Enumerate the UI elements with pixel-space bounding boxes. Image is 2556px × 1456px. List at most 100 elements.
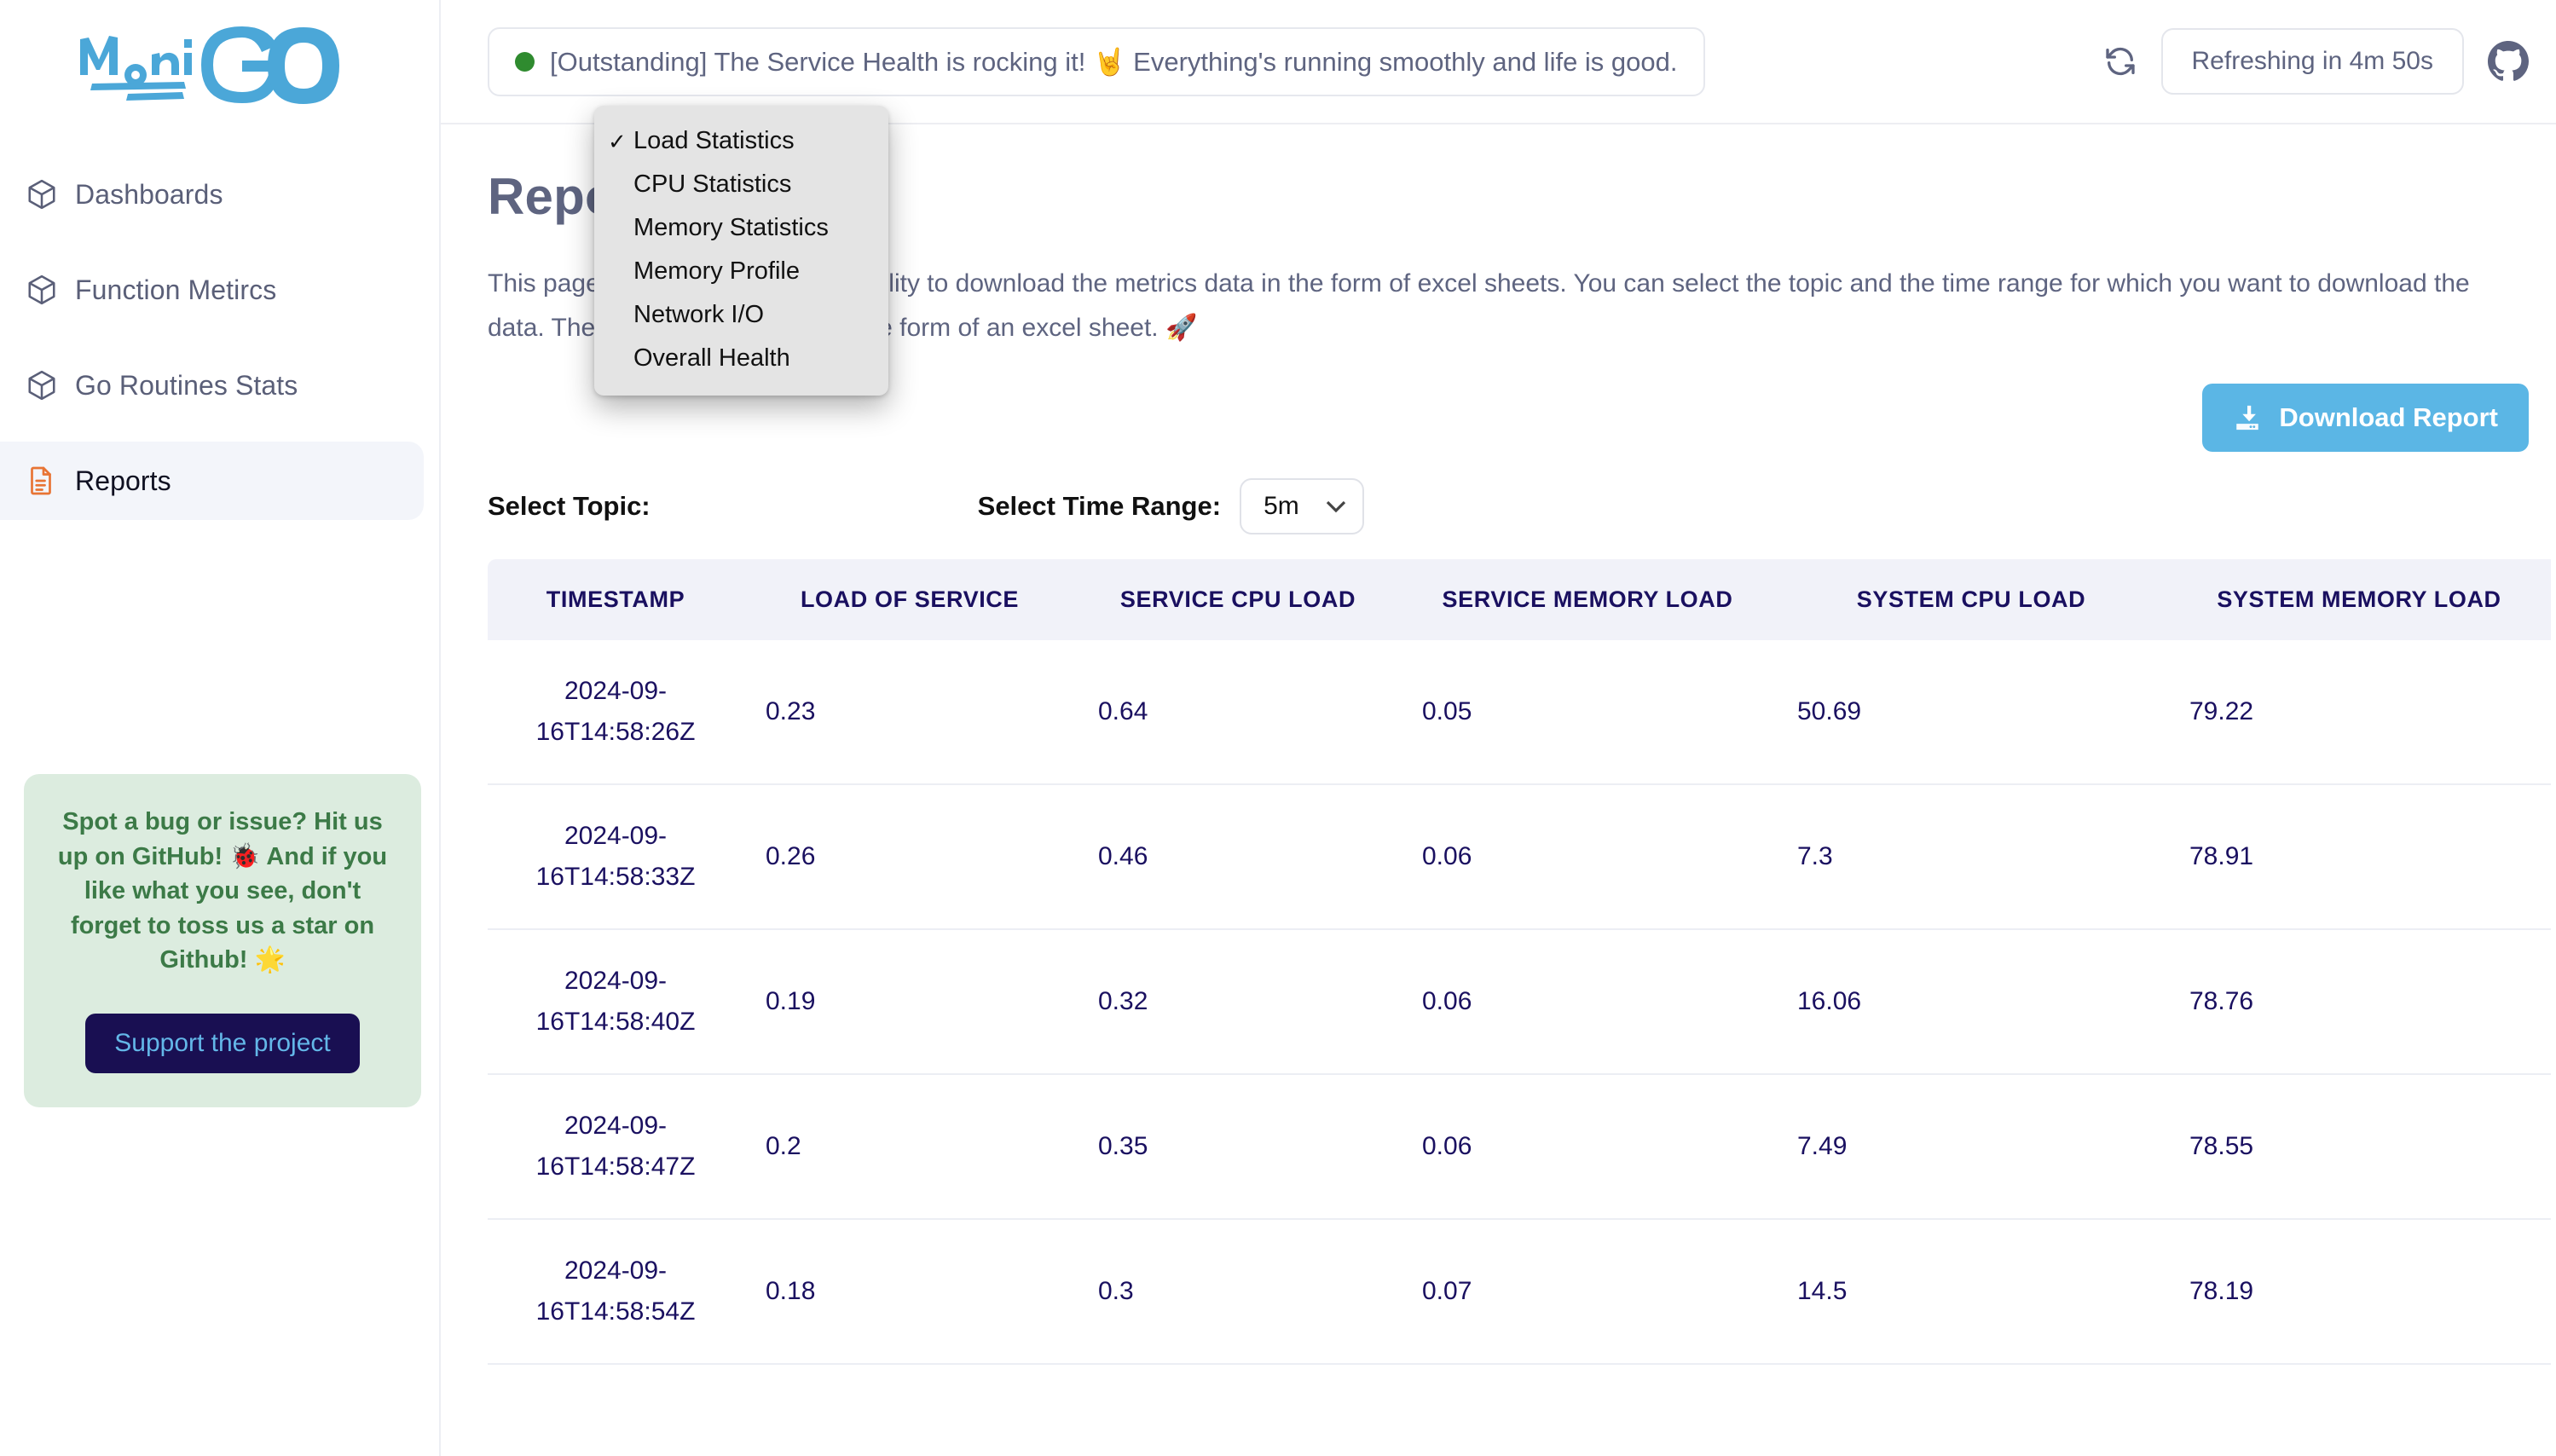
cell-service-cpu-load: 0.35 (1076, 1074, 1400, 1219)
cell-load-of-service: 0.26 (743, 784, 1076, 929)
download-report-label: Download Report (2279, 402, 2498, 433)
promo-text: Spot a bug or issue? Hit us up on GitHub… (53, 805, 392, 978)
table-row: 2024-09-16T14:58:47Z 0.2 0.35 0.06 7.49 … (488, 1074, 2551, 1219)
topbar-right: Refreshing in 4m 50s (2103, 28, 2529, 95)
status-text: [Outstanding] The Service Health is rock… (550, 46, 1678, 78)
table-row: 2024-09-16T14:58:54Z 0.18 0.3 0.07 14.5 … (488, 1219, 2551, 1364)
table-row: 2024-09-16T14:58:26Z 0.23 0.64 0.05 50.6… (488, 640, 2551, 784)
time-range-value: 5m (1264, 492, 1299, 521)
cell-timestamp: 2024-09-16T14:58:47Z (488, 1074, 743, 1219)
cell-system-memory-load: 78.91 (2167, 784, 2551, 929)
cell-system-memory-load: 78.76 (2167, 929, 2551, 1074)
topic-option-label: CPU Statistics (633, 172, 791, 197)
topic-option-overall-health[interactable]: Overall Health (594, 337, 888, 380)
cell-load-of-service: 0.18 (743, 1219, 1076, 1364)
cell-service-cpu-load: 0.3 (1076, 1219, 1400, 1364)
col-load-of-service: LOAD OF SERVICE (743, 559, 1076, 640)
service-health-banner: [Outstanding] The Service Health is rock… (488, 27, 1705, 96)
topic-option-load-statistics[interactable]: ✓ Load Statistics (594, 119, 888, 163)
cell-load-of-service: 0.23 (743, 640, 1076, 784)
cell-system-cpu-load: 7.49 (1775, 1074, 2167, 1219)
cell-service-cpu-load: 0.46 (1076, 784, 1400, 929)
cell-load-of-service: 0.2 (743, 1074, 1076, 1219)
brand-logo[interactable] (0, 0, 439, 130)
sidebar-item-function-metircs[interactable]: Function Metircs (0, 251, 424, 329)
sidebar: Dashboards Function Metircs Go Routines … (0, 0, 441, 1456)
cell-service-memory-load: 0.06 (1400, 1074, 1775, 1219)
select-time-range-label: Select Time Range: (978, 491, 1221, 522)
topic-dropdown-menu[interactable]: ✓ Load Statistics CPU Statistics Memory … (594, 106, 888, 396)
cube-icon (26, 177, 75, 211)
topic-option-label: Overall Health (633, 346, 790, 371)
sidebar-item-label: Function Metircs (75, 274, 276, 306)
topic-option-memory-statistics[interactable]: Memory Statistics (594, 206, 888, 250)
support-the-project-button[interactable]: Support the project (85, 1014, 360, 1073)
status-dot-icon (515, 52, 535, 72)
topic-option-label: Memory Statistics (633, 216, 829, 240)
cell-timestamp: 2024-09-16T14:58:26Z (488, 640, 743, 784)
select-topic-label: Select Topic: (488, 491, 651, 522)
download-icon (2233, 403, 2262, 432)
refresh-icon[interactable] (2103, 44, 2137, 78)
cell-system-memory-load: 79.22 (2167, 640, 2551, 784)
topic-option-cpu-statistics[interactable]: CPU Statistics (594, 163, 888, 206)
cell-timestamp: 2024-09-16T14:58:54Z (488, 1219, 743, 1364)
table-row: 2024-09-16T14:58:33Z 0.26 0.46 0.06 7.3 … (488, 784, 2551, 929)
cell-system-cpu-load: 16.06 (1775, 929, 2167, 1074)
github-promo-card: Spot a bug or issue? Hit us up on GitHub… (24, 774, 421, 1107)
cell-load-of-service: 0.19 (743, 929, 1076, 1074)
page-content: Reports This page provides you with the … (441, 124, 2556, 1456)
cell-system-cpu-load: 7.3 (1775, 784, 2167, 929)
chevron-down-icon (1325, 500, 1347, 513)
topic-option-label: Network I/O (633, 303, 764, 327)
app-root: Dashboards Function Metircs Go Routines … (0, 0, 2556, 1456)
col-service-memory-load: SERVICE MEMORY LOAD (1400, 559, 1775, 640)
sidebar-item-label: Dashboards (75, 179, 223, 211)
col-timestamp: TIMESTAMP (488, 559, 743, 640)
topic-option-network-io[interactable]: Network I/O (594, 293, 888, 337)
sidebar-item-label: Go Routines Stats (75, 370, 298, 402)
sidebar-item-label: Reports (75, 465, 171, 497)
check-icon: ✓ (608, 130, 625, 153)
table-head: TIMESTAMP LOAD OF SERVICE SERVICE CPU LO… (488, 559, 2551, 640)
cell-service-memory-load: 0.07 (1400, 1219, 1775, 1364)
cell-service-memory-load: 0.06 (1400, 784, 1775, 929)
cube-icon (26, 273, 75, 307)
topic-option-label: Memory Profile (633, 259, 800, 284)
sidebar-nav: Dashboards Function Metircs Go Routines … (0, 155, 439, 520)
topic-option-label: Load Statistics (633, 129, 795, 153)
cube-icon (26, 368, 75, 402)
cell-system-memory-load: 78.55 (2167, 1074, 2551, 1219)
document-icon (26, 464, 75, 498)
table-header-row: TIMESTAMP LOAD OF SERVICE SERVICE CPU LO… (488, 559, 2551, 640)
col-system-cpu-load: SYSTEM CPU LOAD (1775, 559, 2167, 640)
cell-service-memory-load: 0.05 (1400, 640, 1775, 784)
reports-table: TIMESTAMP LOAD OF SERVICE SERVICE CPU LO… (488, 559, 2551, 1365)
cell-service-cpu-load: 0.32 (1076, 929, 1400, 1074)
cell-system-memory-load: 78.19 (2167, 1219, 2551, 1364)
cell-service-cpu-load: 0.64 (1076, 640, 1400, 784)
col-service-cpu-load: SERVICE CPU LOAD (1076, 559, 1400, 640)
table-row: 2024-09-16T14:58:40Z 0.19 0.32 0.06 16.0… (488, 929, 2551, 1074)
cell-system-cpu-load: 50.69 (1775, 640, 2167, 784)
sidebar-item-go-routines-stats[interactable]: Go Routines Stats (0, 346, 424, 425)
cell-timestamp: 2024-09-16T14:58:33Z (488, 784, 743, 929)
sidebar-item-reports[interactable]: Reports (0, 442, 424, 520)
github-icon[interactable] (2488, 41, 2529, 82)
refresh-countdown[interactable]: Refreshing in 4m 50s (2161, 28, 2464, 95)
cell-timestamp: 2024-09-16T14:58:40Z (488, 929, 743, 1074)
topic-select-value: Load Statistics (693, 492, 859, 521)
reports-table-wrap: TIMESTAMP LOAD OF SERVICE SERVICE CPU LO… (488, 559, 2551, 1365)
topic-option-memory-profile[interactable]: Memory Profile (594, 250, 888, 293)
main-area: [Outstanding] The Service Health is rock… (441, 0, 2556, 1456)
report-controls: Select Topic: Load Statistics Select Tim… (488, 472, 2556, 540)
col-system-memory-load: SYSTEM MEMORY LOAD (2167, 559, 2551, 640)
time-range-select[interactable]: 5m (1240, 478, 1364, 534)
table-body: 2024-09-16T14:58:26Z 0.23 0.64 0.05 50.6… (488, 640, 2551, 1364)
monigo-logo-icon (75, 26, 339, 104)
cell-service-memory-load: 0.06 (1400, 929, 1775, 1074)
download-report-button[interactable]: Download Report (2202, 384, 2529, 452)
sidebar-item-dashboards[interactable]: Dashboards (0, 155, 424, 234)
chevron-down-icon (885, 500, 907, 513)
cell-system-cpu-load: 14.5 (1775, 1219, 2167, 1364)
